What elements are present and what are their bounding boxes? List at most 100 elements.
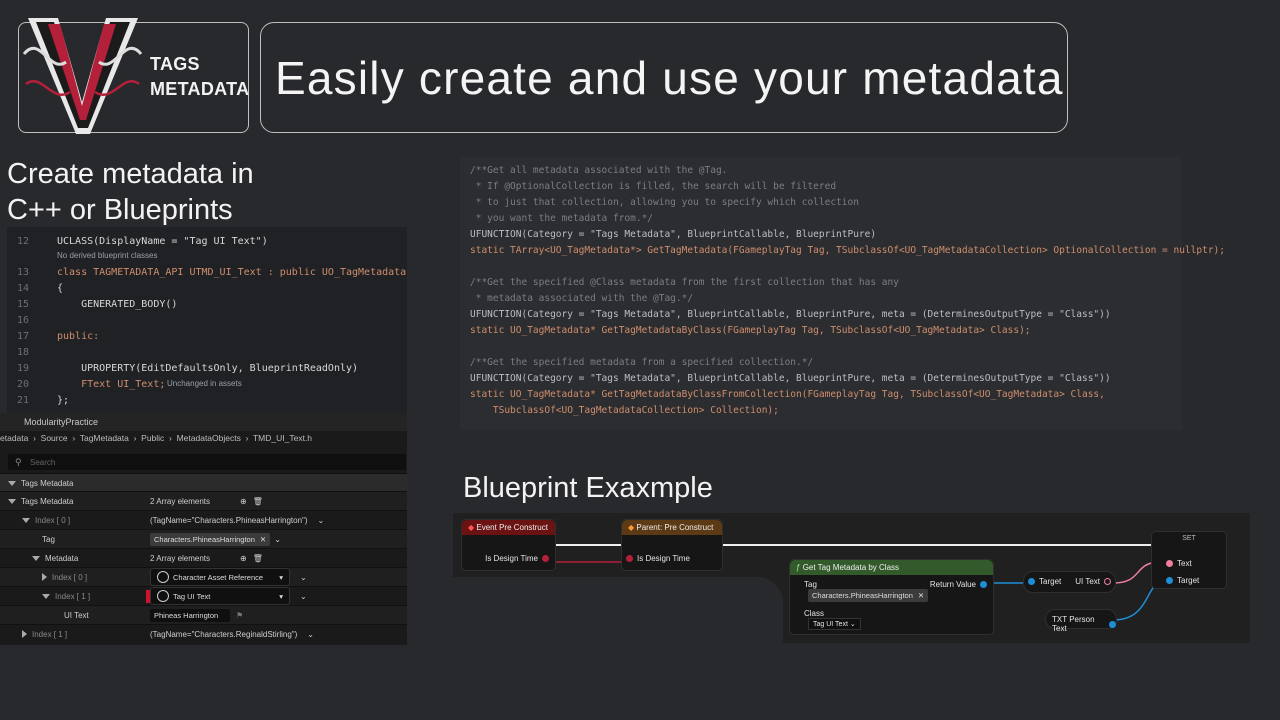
code-line: 12 UCLASS(DisplayName = "Tag UI Text") [16, 235, 268, 247]
code-line: 21}; [16, 394, 70, 406]
event-icon: ◆ [468, 523, 475, 532]
txt-person-text-node[interactable]: TXT Person Text [1045, 609, 1117, 633]
logo-line1: TAGS [150, 54, 200, 74]
title-banner: Easily create and use your metadata [260, 22, 1068, 133]
flag-icon[interactable]: ⚑ [236, 611, 243, 620]
class-dropdown[interactable]: Character Asset Reference ▾ [150, 568, 290, 586]
close-icon[interactable]: ✕ [260, 535, 266, 544]
code-line: * metadata associated with the @Tag.*/ [470, 293, 694, 304]
parent-pre-construct-node[interactable]: ◆ Parent: Pre Construct Is Design Time [621, 519, 723, 571]
blueprint-heading: Blueprint Exaxmple [463, 472, 713, 504]
code-line: 18 [16, 346, 29, 358]
property-row[interactable]: Index [ 0 ] Character Asset Reference ▾ ⌄ [0, 567, 407, 586]
code-line: static UO_TagMetadata* GetTagMetadataByC… [470, 325, 1031, 336]
property-row[interactable]: Index [ 0 ] (TagName="Characters.Phineas… [0, 510, 407, 529]
chevron-down-icon[interactable]: ⌄ [307, 630, 314, 639]
chevron-down-icon[interactable]: ⌄ [300, 592, 307, 601]
chevron-down-icon[interactable]: ⌄ [274, 535, 281, 544]
get-tag-metadata-node[interactable]: ƒ Get Tag Metadata by Class Tag Characte… [789, 559, 994, 635]
code-editor[interactable]: 12 UCLASS(DisplayName = "Tag UI Text") No… [7, 227, 407, 413]
breadcrumb-item[interactable]: MetadataObjects [177, 433, 241, 443]
page-title: Easily create and use your metadata [275, 51, 1064, 104]
code-line: static TArray<UO_TagMetadata*> GetTagMet… [470, 245, 1225, 256]
object-pin[interactable] [1166, 577, 1173, 584]
code-line: 19 UPROPERTY(EditDefaultsOnly, Blueprint… [16, 362, 359, 374]
code-line: 16 [16, 314, 29, 326]
breadcrumb-item[interactable]: etadata [0, 433, 28, 443]
chevron-right-icon [42, 573, 47, 581]
trash-icon[interactable]: 🗑 [253, 554, 263, 563]
bool-pin[interactable] [542, 555, 549, 562]
set-node[interactable]: SET Text Target [1151, 531, 1227, 589]
logo-text: TAGS METADATA [150, 52, 249, 102]
text-pin[interactable] [1166, 560, 1173, 567]
chevron-down-icon [22, 517, 30, 523]
create-heading-line2: C++ or Blueprints [7, 194, 233, 226]
tags-metadata-logo [22, 18, 143, 134]
code-line: * If @OptionalCollection is filled, the … [470, 181, 837, 192]
chevron-down-icon[interactable]: ⌄ [300, 573, 307, 582]
create-heading-line1: Create metadata in [7, 158, 254, 190]
breadcrumb-item[interactable]: Public [141, 433, 164, 443]
object-pin[interactable] [1028, 578, 1035, 585]
property-row[interactable]: UI Text Phineas Harrington ⚑ [0, 605, 407, 624]
tag-chip[interactable]: Characters.PhineasHarrington ✕ [150, 532, 271, 546]
logo-line2: METADATA [150, 79, 250, 99]
property-row[interactable]: Metadata 2 Array elements ⊕ 🗑 [0, 548, 407, 567]
breadcrumb-item[interactable]: TagMetadata [80, 433, 129, 443]
function-icon: ƒ [796, 563, 801, 572]
derived-hint: No derived blueprint classes [57, 251, 158, 260]
code-line: * to just that collection, allowing you … [470, 197, 859, 208]
add-element-icon[interactable]: ⊕ [240, 554, 247, 563]
asset-icon [157, 571, 169, 583]
pin-label: Return Value [929, 580, 976, 589]
property-row[interactable]: Index [ 1 ] Tag UI Text ▾ ⌄ [0, 586, 407, 605]
asset-icon [157, 590, 169, 602]
search-input[interactable]: ⚲ Search [8, 454, 406, 470]
section-header[interactable]: Tags Metadata [0, 473, 407, 492]
blueprint-graph[interactable]: ◆ Event Pre Construct Is Design Time ◆ P… [453, 513, 1250, 643]
code-line: UFUNCTION(Category = "Tags Metadata", Bl… [470, 373, 1111, 384]
code-line: UFUNCTION(Category = "Tags Metadata", Bl… [470, 309, 1111, 320]
code-line: /**Get the specified @Class metadata fro… [470, 277, 899, 288]
chevron-right-icon [22, 630, 27, 638]
chevron-down-icon [8, 498, 16, 504]
code-line: 17 public: [16, 330, 100, 342]
code-line: 13 class TAGMETADATA_API UTMD_UI_Text : p… [16, 266, 407, 278]
search-icon: ⚲ [15, 457, 22, 467]
chevron-down-icon [8, 480, 16, 486]
property-row[interactable]: Index [ 1 ] (TagName="Characters.Reginal… [0, 624, 407, 643]
tag-chip[interactable]: Characters.PhineasHarrington ✕ [808, 589, 929, 602]
create-heading: Create metadata in C++ or Blueprints [7, 156, 254, 228]
class-dropdown[interactable]: Tag UI Text ▾ [150, 587, 290, 605]
class-dropdown[interactable]: Tag UI Text ⌄ [808, 618, 861, 630]
ui-text-field[interactable]: Phineas Harrington [150, 608, 230, 622]
add-element-icon[interactable]: ⊕ [240, 497, 247, 506]
pin-label: Is Design Time [637, 554, 690, 563]
code-line: /**Get all metadata associated with the … [470, 165, 728, 176]
chevron-down-icon[interactable]: ⌄ [318, 516, 325, 525]
breadcrumb-item[interactable]: Source [41, 433, 68, 443]
details-panel: ModularityPractice etadata › Source › Ta… [0, 413, 407, 645]
pin-label: Is Design Time [485, 554, 538, 563]
object-pin[interactable] [1109, 620, 1116, 628]
pin-label: Tag [804, 580, 817, 589]
text-pin[interactable] [1104, 578, 1111, 585]
code-line: * you want the metadata from.*/ [470, 213, 654, 224]
breadcrumb: etadata › Source › TagMetadata › Public … [0, 433, 313, 443]
code-line: 20 FText UI_Text; [16, 378, 166, 390]
property-row[interactable]: Tag Characters.PhineasHarrington ✕ ⌄ [0, 529, 407, 548]
code-line: 14{ [16, 282, 64, 294]
chevron-down-icon [32, 555, 40, 561]
event-pre-construct-node[interactable]: ◆ Event Pre Construct Is Design Time [461, 519, 556, 571]
trash-icon[interactable]: 🗑 [253, 497, 263, 506]
object-pin[interactable] [980, 581, 987, 588]
property-row[interactable]: Tags Metadata 2 Array elements ⊕ 🗑 [0, 491, 407, 510]
bool-pin[interactable] [626, 555, 633, 562]
breadcrumb-item[interactable]: TMD_UI_Text.h [253, 433, 312, 443]
get-ui-text-node[interactable]: Target UI Text [1023, 571, 1116, 593]
chevron-down-icon [42, 593, 50, 599]
code-line: static UO_TagMetadata* GetTagMetadataByC… [470, 389, 1105, 400]
tab-modularity-practice[interactable]: ModularityPractice [0, 413, 407, 431]
unchanged-hint: Unchanged in assets [167, 379, 242, 388]
